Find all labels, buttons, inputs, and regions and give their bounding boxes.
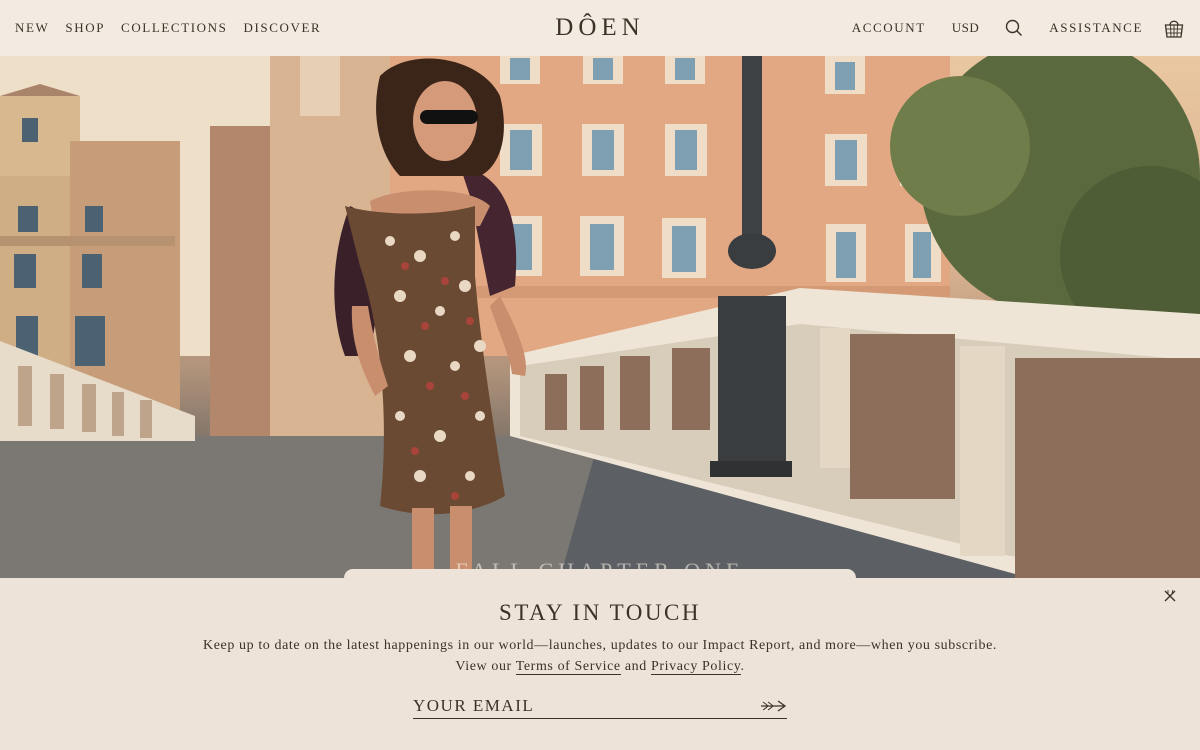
nav-shop[interactable]: SHOP (65, 20, 105, 36)
primary-nav: NEW SHOP COLLECTIONS DISCOVER (15, 20, 600, 36)
site-header: NEW SHOP COLLECTIONS DISCOVER DÔEN ACCOU… (0, 0, 1200, 56)
utility-nav: ACCOUNT USD ASSISTANCE (600, 17, 1185, 39)
legal-prefix: View our (455, 659, 512, 674)
legal-and: and (624, 659, 647, 674)
nav-collections[interactable]: COLLECTIONS (121, 20, 227, 36)
newsletter-description: Keep up to date on the latest happenings… (0, 635, 1200, 677)
newsletter-legal-line: View our Terms of Service and Privacy Po… (0, 656, 1200, 677)
hero-image (0, 56, 1200, 578)
hero-banner[interactable]: FALL CHAPTER ONE (0, 56, 1200, 578)
nav-discover[interactable]: DISCOVER (243, 20, 321, 36)
legal-period: . (740, 659, 745, 674)
brand-logo[interactable]: DÔEN (555, 14, 644, 42)
nav-account[interactable]: ACCOUNT (852, 20, 926, 36)
basket-icon[interactable] (1163, 17, 1185, 39)
newsletter-title: STAY IN TOUCH (499, 600, 701, 625)
nav-new[interactable]: NEW (15, 20, 49, 36)
newsletter-text: Keep up to date on the latest happenings… (202, 638, 998, 653)
terms-of-service-link[interactable]: Terms of Service (515, 659, 621, 675)
privacy-policy-link[interactable]: Privacy Policy (650, 659, 741, 675)
nav-assistance[interactable]: ASSISTANCE (1049, 20, 1143, 36)
hero-cta-pill[interactable] (344, 569, 856, 587)
email-field[interactable] (413, 693, 757, 718)
search-icon[interactable] (1005, 19, 1023, 37)
currency-selector[interactable]: USD (952, 20, 980, 36)
newsletter-panel: STAY IN TOUCH Keep up to date on the lat… (0, 569, 1200, 750)
arrow-right-icon[interactable] (757, 696, 787, 716)
email-signup-form (413, 693, 787, 719)
